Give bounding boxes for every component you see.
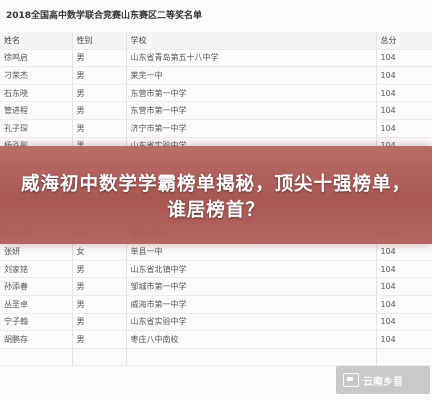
column-header: 性别: [72, 32, 127, 50]
table-cell: 胡鹏存: [0, 330, 73, 349]
table-cell: 东营市第一中学: [126, 84, 377, 103]
table-cell: 104: [376, 242, 432, 261]
table-cell: 104: [376, 277, 432, 296]
table-cell: 104: [376, 295, 432, 314]
table-cell: 枣庄八中南校: [126, 330, 377, 349]
table-cell: 刁荣杰: [0, 66, 73, 85]
table-cell: 莱芜一中: [126, 66, 377, 85]
table-cell: 104: [376, 49, 432, 68]
table-cell: 104: [376, 119, 432, 138]
column-header: 姓名: [0, 32, 73, 50]
table-cell: 104: [376, 66, 432, 85]
table-cell: 济宁市第一中学: [126, 119, 377, 138]
table-cell: [0, 348, 73, 367]
table-cell: 男: [72, 49, 127, 68]
column-header: 总分: [376, 32, 432, 50]
table-cell: 管进程: [0, 101, 73, 120]
table-cell: 威海市第一中学: [126, 295, 377, 314]
table-row: 孔子琛男济宁市第一中学 104: [0, 119, 432, 138]
headline-text: 威海初中数学学霸榜单揭秘，顶尖十强榜单，谁居榜首？: [20, 174, 411, 221]
sheet-title: 2018全国高中数学联合竞赛山东赛区二等奖名单: [6, 11, 203, 21]
table-cell: [72, 348, 127, 367]
table-row: 管进程男东营市第一中学 104: [0, 101, 432, 120]
table-cell: 男: [72, 84, 127, 103]
table-cell: 104: [376, 260, 432, 279]
table-cell: 石东晓: [0, 84, 73, 103]
watermark: 云南乡音: [343, 372, 423, 388]
table-cell: 邹城市第一中学: [126, 277, 377, 296]
watermark-logo-icon: [343, 373, 359, 387]
table-cell: 104: [376, 313, 432, 332]
table-cell: 山东省青岛第五十八中学: [126, 49, 377, 68]
table-cell: 男: [72, 66, 127, 85]
table-cell: 孔子琛: [0, 119, 73, 138]
table-cell: 山东省实验中学: [126, 313, 377, 332]
table-cell: 宁子翰: [0, 313, 73, 332]
table-cell: 张妍: [0, 242, 73, 261]
table-row: 胡鹏存男枣庄八中南校 104: [0, 330, 432, 349]
column-header: 学校: [126, 32, 377, 50]
table-header-row: 姓名 性别 学校 总分: [0, 32, 432, 50]
table-cell: 山东省北镇中学: [126, 260, 377, 279]
table-cell: 男: [72, 101, 127, 120]
table-row: 石东晓男东营市第一中学 104: [0, 84, 432, 103]
table-row: 刘家铭男山东省北镇中学 104: [0, 260, 432, 279]
table-cell: 男: [72, 277, 127, 296]
table-cell: 刘家铭: [0, 260, 73, 279]
table-cell: 东营市第一中学: [126, 101, 377, 120]
table-cell: 男: [72, 295, 127, 314]
table-row: 张妍女单县一中 104: [0, 242, 432, 261]
table-cell: 104: [376, 330, 432, 349]
table-cell: [376, 348, 432, 367]
watermark-text: 云南乡音: [363, 376, 403, 388]
table-cell: 男: [72, 119, 127, 138]
table-cell: 单县一中: [126, 242, 377, 261]
table-cell: 104: [376, 101, 432, 120]
table-cell: 104: [376, 84, 432, 103]
table-cell: 徐鸣启: [0, 49, 73, 68]
table-cell: 男: [72, 313, 127, 332]
table-row: [0, 348, 432, 367]
table-cell: 丛圣卓: [0, 295, 73, 314]
headline-banner: 威海初中数学学霸榜单揭秘，顶尖十强榜单，谁居榜首？: [0, 146, 432, 244]
table-row: 徐鸣启男山东省青岛第五十八中学 104: [0, 49, 432, 68]
table-row: 丛圣卓男威海市第一中学 104: [0, 295, 432, 314]
table-cell: 男: [72, 260, 127, 279]
table-cell: [126, 348, 377, 367]
table-row: 宁子翰男山东省实验中学 104: [0, 313, 432, 332]
table-row: 孙添春男邹城市第一中学 104: [0, 277, 432, 296]
table-cell: 孙添春: [0, 277, 73, 296]
table-row: 刁荣杰男莱芜一中 104: [0, 66, 432, 85]
table-cell: 男: [72, 330, 127, 349]
table-cell: 女: [72, 242, 127, 261]
